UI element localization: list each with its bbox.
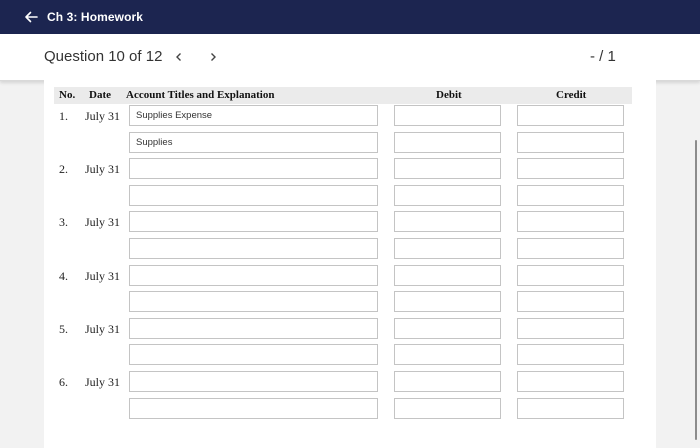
debit-field[interactable] — [394, 238, 501, 259]
entry-date: July 31 — [85, 215, 121, 230]
credit-field[interactable] — [517, 105, 624, 126]
debit-field[interactable] — [394, 291, 501, 313]
back-arrow-icon[interactable] — [23, 9, 39, 25]
question-bar: Question 10 of 12 - / 1 — [0, 34, 700, 81]
entry-number: 4. — [59, 268, 68, 283]
column-header-account: Account Titles and Explanation — [126, 89, 275, 101]
debit-field[interactable] — [394, 371, 501, 392]
credit-field[interactable] — [517, 397, 624, 419]
entry-date: July 31 — [85, 268, 121, 283]
top-bar: Ch 3: Homework — [0, 0, 700, 34]
assignment-title: Ch 3: Homework — [47, 10, 144, 24]
credit-field[interactable] — [517, 344, 624, 366]
account-title-field[interactable] — [129, 264, 378, 286]
debit-field[interactable] — [394, 397, 501, 419]
debit-field[interactable] — [394, 264, 501, 286]
account-title-field[interactable] — [129, 238, 378, 259]
account-title-field[interactable] — [129, 131, 378, 153]
scrollbar[interactable] — [695, 140, 697, 440]
entry-date: July 31 — [85, 321, 121, 336]
credit-field[interactable] — [517, 211, 624, 233]
debit-field[interactable] — [394, 131, 501, 153]
debit-field[interactable] — [394, 317, 501, 339]
credit-field[interactable] — [517, 264, 624, 286]
entry-date: July 31 — [85, 109, 121, 123]
account-title-field[interactable] — [129, 291, 378, 313]
account-title-field[interactable] — [129, 344, 378, 366]
account-title-field[interactable] — [129, 158, 378, 180]
entry-date: July 31 — [85, 162, 121, 177]
credit-field[interactable] — [517, 184, 624, 206]
credit-field[interactable] — [517, 238, 624, 259]
account-title-field[interactable] — [129, 397, 378, 419]
entry-number: 2. — [59, 162, 68, 177]
column-header-no: No. — [59, 89, 76, 101]
column-header-date: Date — [89, 89, 111, 101]
account-title-field[interactable] — [129, 371, 378, 392]
entry-number: 1. — [59, 109, 68, 123]
credit-field[interactable] — [517, 317, 624, 339]
column-header-debit: Debit — [436, 89, 462, 101]
credit-field[interactable] — [517, 371, 624, 392]
credit-field[interactable] — [517, 291, 624, 313]
chevron-right-icon[interactable] — [204, 48, 222, 66]
debit-field[interactable] — [394, 184, 501, 206]
chevron-left-icon[interactable] — [170, 48, 188, 66]
account-title-field[interactable] — [129, 184, 378, 206]
debit-field[interactable] — [394, 211, 501, 233]
account-title-field[interactable] — [129, 105, 378, 126]
question-label: Question 10 of 12 — [44, 48, 163, 65]
entry-date: July 31 — [85, 375, 121, 389]
score-display: - / 1 — [590, 48, 616, 65]
account-title-field[interactable] — [129, 211, 378, 233]
column-header-credit: Credit — [556, 89, 587, 101]
credit-field[interactable] — [517, 131, 624, 153]
debit-field[interactable] — [394, 105, 501, 126]
debit-field[interactable] — [394, 344, 501, 366]
entry-number: 5. — [59, 321, 68, 336]
account-title-field[interactable] — [129, 317, 378, 339]
entry-number: 3. — [59, 215, 68, 230]
entry-number: 6. — [59, 375, 68, 389]
credit-field[interactable] — [517, 158, 624, 180]
table-header: No. Date Account Titles and Explanation … — [54, 87, 632, 104]
debit-field[interactable] — [394, 158, 501, 180]
